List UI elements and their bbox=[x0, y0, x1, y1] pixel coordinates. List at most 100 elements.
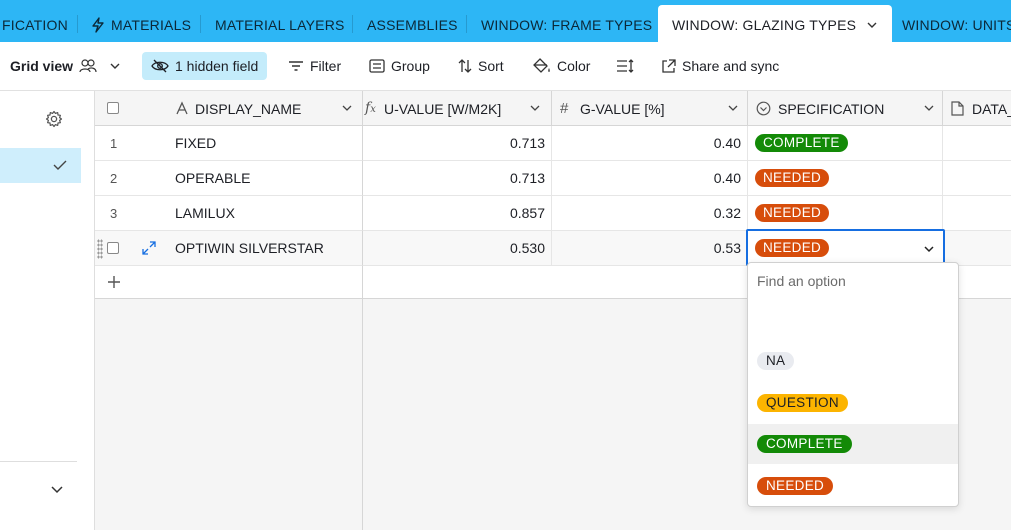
expand-record-icon[interactable] bbox=[142, 241, 156, 258]
paint-bucket-icon bbox=[533, 58, 551, 74]
option-badge: COMPLETE bbox=[757, 435, 852, 453]
status-badge: NEEDED bbox=[755, 204, 830, 222]
cell-specification[interactable]: NEEDED bbox=[748, 161, 943, 196]
cell-g-value[interactable]: 0.40 bbox=[552, 126, 748, 161]
header-g-value: # G-VALUE [%] bbox=[552, 91, 748, 126]
tab-label: ASSEMBLIES bbox=[367, 17, 458, 33]
chevron-down-icon[interactable] bbox=[923, 242, 935, 258]
add-row[interactable] bbox=[95, 266, 363, 299]
filter-button[interactable]: Filter bbox=[288, 52, 341, 80]
tab-divider bbox=[77, 15, 78, 33]
find-option-input[interactable]: Find an option bbox=[757, 273, 846, 289]
eye-slash-icon bbox=[151, 59, 169, 73]
color-button[interactable]: Color bbox=[533, 52, 590, 80]
cell-data[interactable] bbox=[943, 161, 1011, 196]
group-button[interactable]: Group bbox=[369, 52, 430, 80]
cell-display-name[interactable]: LAMILUX bbox=[175, 205, 235, 221]
option-needed[interactable]: NEEDED bbox=[748, 466, 958, 506]
cell-g-value[interactable]: 0.53 bbox=[552, 231, 748, 266]
number-field-icon: # bbox=[560, 100, 569, 117]
tab-label: FICATION bbox=[2, 17, 68, 33]
tab-label: MATERIAL LAYERS bbox=[215, 17, 345, 33]
chevron-down-icon[interactable] bbox=[727, 102, 739, 114]
cell-u-value[interactable]: 0.713 bbox=[363, 161, 552, 196]
cell-specification[interactable]: NEEDED bbox=[748, 196, 943, 231]
cell-data[interactable] bbox=[945, 231, 1011, 266]
drag-handle[interactable] bbox=[97, 239, 103, 259]
tab-label: WINDOW: GLAZING TYPES bbox=[672, 17, 857, 33]
option-question[interactable]: QUESTION bbox=[748, 383, 958, 423]
column-header-g-value[interactable]: G-VALUE [%] bbox=[580, 101, 665, 117]
row-number: 1 bbox=[110, 135, 118, 151]
cell-g-value[interactable]: 0.40 bbox=[552, 161, 748, 196]
tab-divider bbox=[352, 15, 353, 33]
sort-label: Sort bbox=[478, 58, 504, 74]
tab-label: WINDOW: FRAME TYPES bbox=[481, 17, 653, 33]
cell-u-value[interactable]: 0.713 bbox=[363, 126, 552, 161]
gear-icon[interactable] bbox=[45, 110, 63, 133]
cell-u-value[interactable]: 0.530 bbox=[363, 231, 552, 266]
option-na[interactable]: NA bbox=[748, 341, 958, 381]
view-switcher[interactable]: Grid view bbox=[10, 52, 121, 80]
tab-label: MATERIALS bbox=[111, 17, 192, 33]
sort-button[interactable]: Sort bbox=[458, 52, 504, 80]
row-number: 3 bbox=[110, 205, 118, 221]
cell-specification-editing[interactable]: NEEDED bbox=[746, 229, 945, 266]
row-height-icon bbox=[616, 59, 634, 73]
cell-display-name[interactable]: FIXED bbox=[175, 135, 216, 151]
group-label: Group bbox=[391, 58, 430, 74]
tab-materials[interactable]: MATERIALS bbox=[91, 0, 191, 42]
tab-specification[interactable]: FICATION bbox=[2, 0, 68, 42]
option-badge: NEEDED bbox=[757, 477, 834, 495]
share-and-sync-button[interactable]: Share and sync bbox=[661, 52, 779, 80]
tab-material-layers[interactable]: MATERIAL LAYERS bbox=[215, 0, 345, 42]
table-row[interactable]: 1 FIXED bbox=[95, 126, 363, 161]
cell-u-value[interactable]: 0.857 bbox=[363, 196, 552, 231]
option-badge: QUESTION bbox=[757, 394, 848, 412]
hide-fields-label: 1 hidden field bbox=[175, 58, 259, 74]
header-data: DATA_ bbox=[943, 91, 1011, 126]
plus-icon[interactable] bbox=[107, 275, 121, 292]
status-badge: COMPLETE bbox=[755, 134, 848, 152]
tab-window-frame-types[interactable]: WINDOW: FRAME TYPES bbox=[481, 0, 652, 42]
column-header-data[interactable]: DATA_ bbox=[972, 101, 1011, 117]
column-header-specification[interactable]: SPECIFICATION bbox=[778, 101, 884, 117]
option-badge: NA bbox=[757, 352, 795, 370]
cell-display-name[interactable]: OPTIWIN SILVERSTAR bbox=[175, 240, 324, 256]
chevron-down-icon[interactable] bbox=[50, 483, 64, 501]
cell-g-value[interactable]: 0.32 bbox=[552, 196, 748, 231]
row-height-button[interactable] bbox=[616, 52, 634, 80]
tab-assemblies[interactable]: ASSEMBLIES bbox=[367, 0, 458, 42]
chevron-down-icon[interactable] bbox=[529, 102, 541, 114]
chevron-down-icon[interactable] bbox=[923, 102, 935, 114]
table-row[interactable]: 2 OPERABLE bbox=[95, 161, 363, 196]
row-checkbox[interactable] bbox=[107, 242, 119, 254]
tab-window-units[interactable]: WINDOW: UNITS bbox=[902, 0, 1011, 42]
chevron-down-icon[interactable] bbox=[341, 102, 353, 114]
text-field-icon bbox=[175, 101, 189, 115]
checkmark-icon bbox=[53, 158, 67, 176]
group-icon bbox=[369, 59, 385, 73]
chevron-down-icon[interactable] bbox=[866, 19, 878, 31]
cell-data[interactable] bbox=[943, 126, 1011, 161]
column-header-display-name[interactable]: DISPLAY_NAME bbox=[195, 101, 301, 117]
column-header-u-value[interactable]: U-VALUE [W/M2K] bbox=[384, 101, 501, 117]
table-row[interactable]: 3 LAMILUX bbox=[95, 196, 363, 231]
table-row[interactable]: OPTIWIN SILVERSTAR bbox=[95, 231, 363, 266]
sort-icon bbox=[458, 59, 472, 73]
cell-specification[interactable]: COMPLETE bbox=[748, 126, 943, 161]
cell-display-name[interactable]: OPERABLE bbox=[175, 170, 250, 186]
option-complete[interactable]: COMPLETE bbox=[748, 424, 958, 464]
header-specification: SPECIFICATION bbox=[748, 91, 943, 126]
single-select-icon bbox=[756, 101, 771, 116]
color-label: Color bbox=[557, 58, 591, 74]
tab-divider bbox=[200, 15, 201, 33]
cell-data[interactable] bbox=[943, 196, 1011, 231]
sidebar-active-view[interactable] bbox=[0, 148, 81, 183]
select-options-dropdown: Find an option NA QUESTION COMPLETE NEED… bbox=[747, 262, 959, 507]
table-tabs-bar: FICATION MATERIALS MATERIAL LAYERS ASSEM… bbox=[0, 0, 1011, 42]
tab-window-glazing-types[interactable]: WINDOW: GLAZING TYPES bbox=[658, 5, 893, 42]
select-all-checkbox[interactable] bbox=[107, 102, 119, 114]
hide-fields-button[interactable]: 1 hidden field bbox=[142, 52, 268, 80]
sidebar-divider bbox=[0, 461, 77, 462]
